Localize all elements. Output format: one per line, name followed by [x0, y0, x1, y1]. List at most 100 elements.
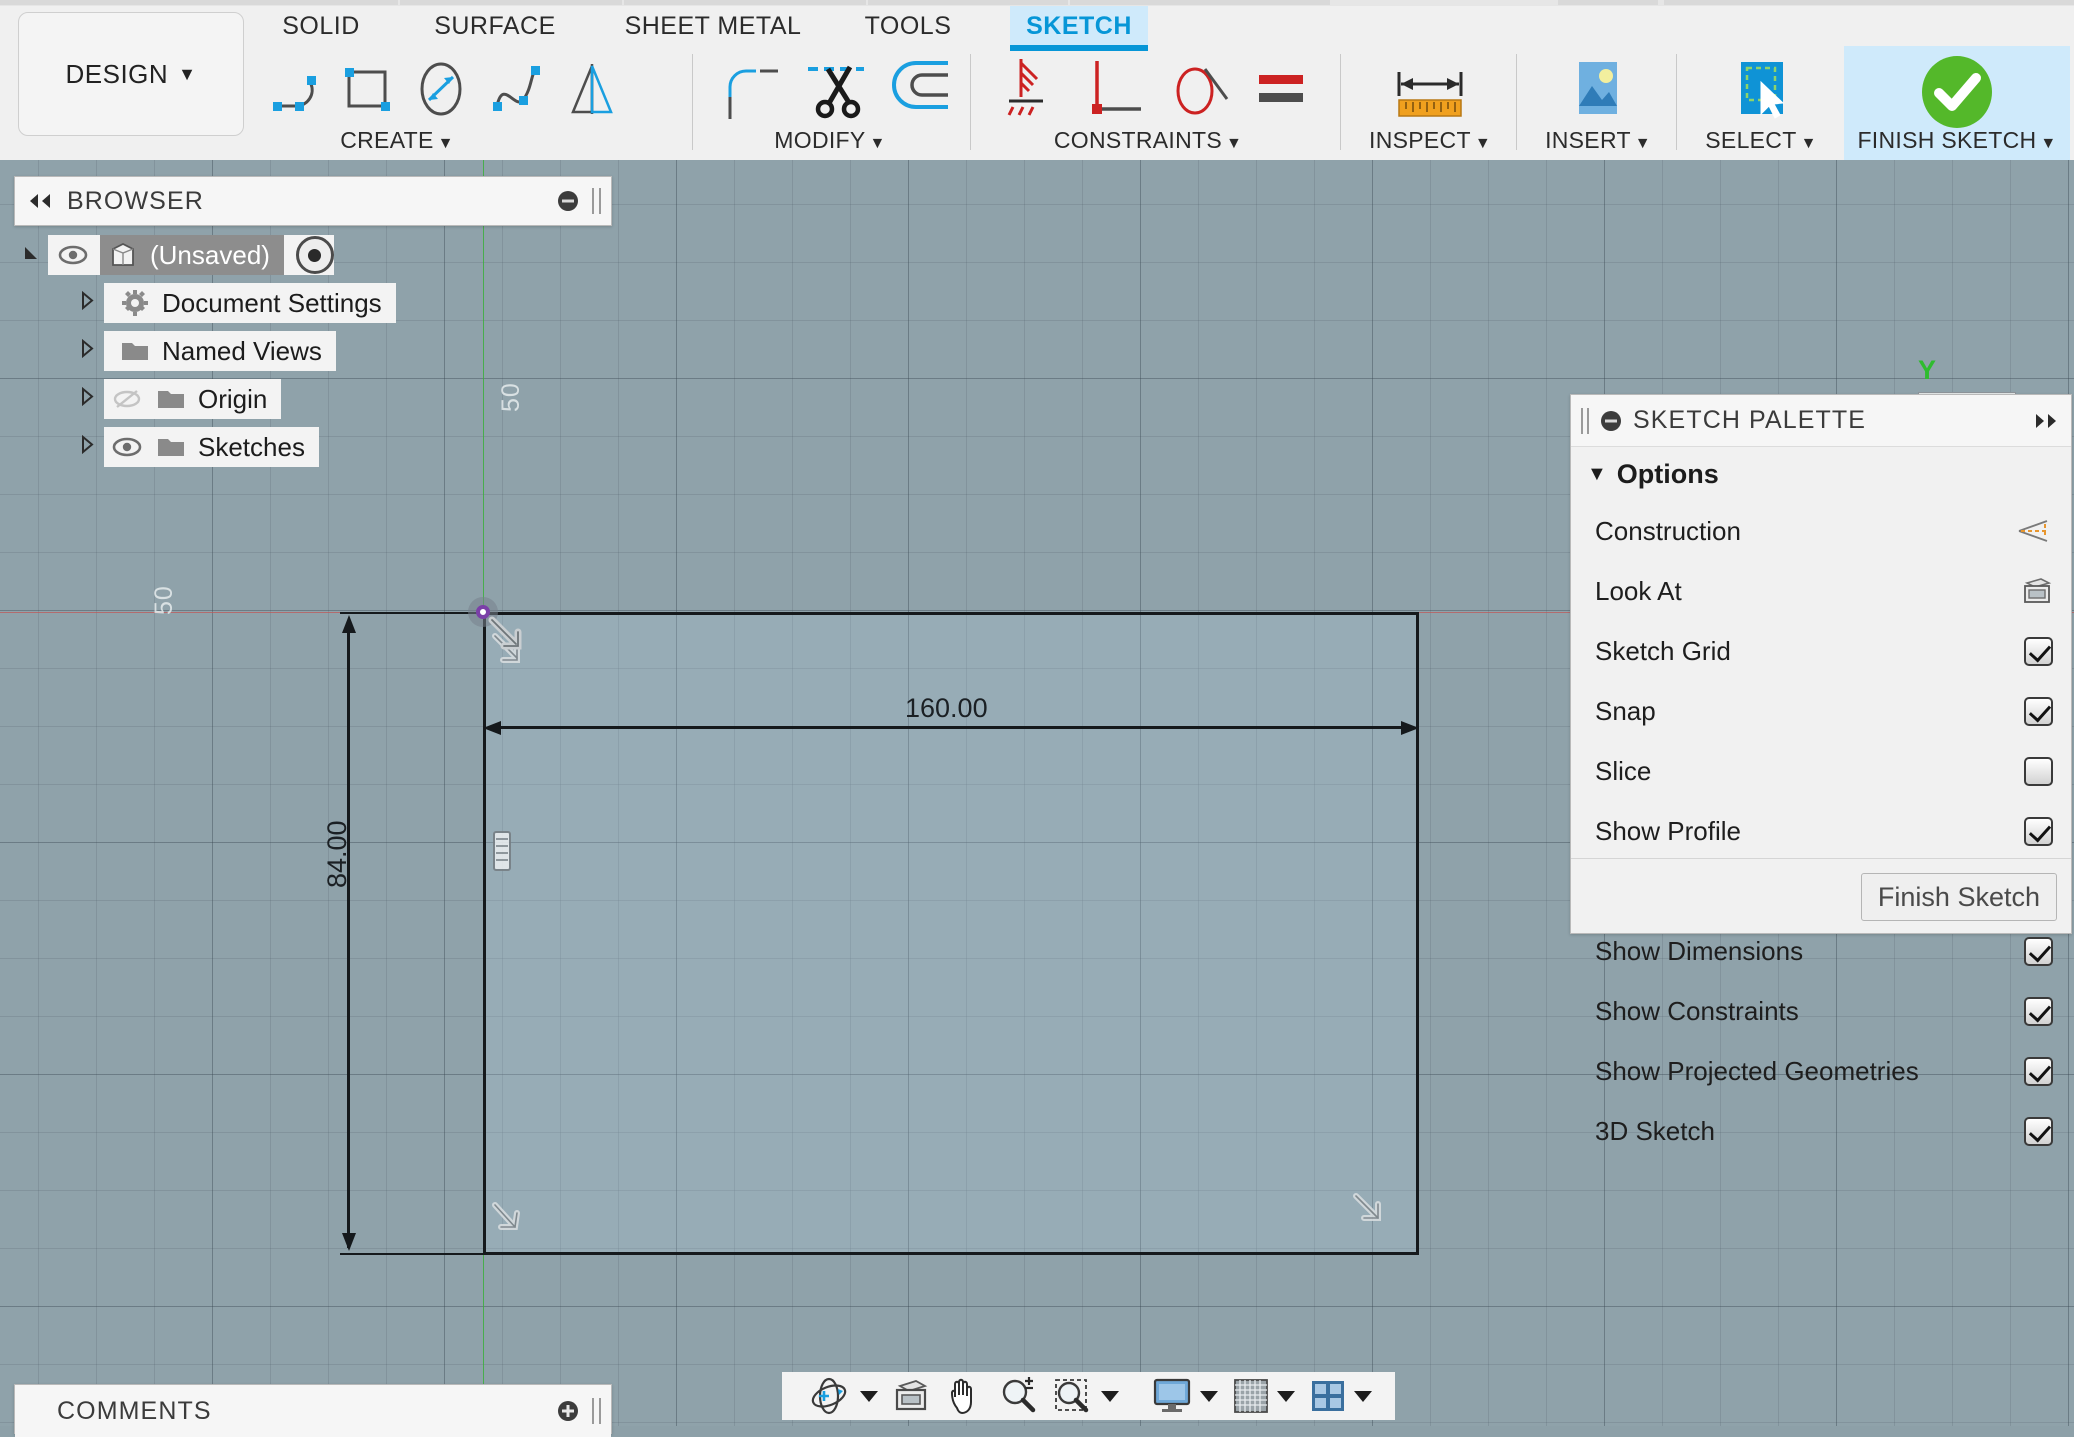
panel-modify-label[interactable]: MODIFY▼: [700, 127, 960, 154]
zoom-button[interactable]: [991, 1372, 1045, 1420]
tree-label-sketches[interactable]: Sketches: [104, 427, 319, 467]
fillet-tool-button[interactable]: [710, 50, 794, 128]
width-dimension-value[interactable]: 160.00: [905, 693, 988, 724]
tree-row-document-settings[interactable]: Document Settings: [14, 280, 614, 326]
spline-tool-button[interactable]: [480, 50, 554, 128]
insert-image-button[interactable]: [1556, 52, 1640, 130]
tree-label-document-settings[interactable]: Document Settings: [104, 283, 396, 323]
option-sketch-grid[interactable]: Sketch Grid: [1571, 621, 2071, 681]
panel-inspect-label[interactable]: INSPECT▼: [1348, 127, 1512, 154]
option-3d-sketch[interactable]: 3D Sketch: [1571, 1101, 2071, 1161]
tab-surface[interactable]: SURFACE: [420, 6, 570, 46]
panel-select-label[interactable]: SELECT▼: [1684, 127, 1838, 154]
width-dimension-line[interactable]: [492, 726, 1410, 729]
chevron-down-icon[interactable]: [1200, 1391, 1218, 1402]
option-construction[interactable]: Construction: [1571, 501, 2071, 561]
construction-line-icon[interactable]: [2017, 516, 2053, 546]
trim-tool-button[interactable]: [794, 50, 880, 128]
tree-label-named-views[interactable]: Named Views: [104, 331, 336, 371]
offset-tool-button[interactable]: [880, 50, 966, 128]
look-at-icon: [892, 1378, 930, 1414]
option-show-projected-geometries[interactable]: Show Projected Geometries: [1571, 1041, 2071, 1101]
eye-visible-icon[interactable]: [56, 240, 90, 270]
chevron-down-icon[interactable]: [1101, 1391, 1119, 1402]
minimize-icon[interactable]: [556, 189, 580, 213]
height-dimension-line[interactable]: [347, 620, 350, 1248]
ellipse-tool-button[interactable]: [402, 50, 480, 128]
tree-row-named-views[interactable]: Named Views: [14, 328, 614, 374]
workspace-selector-button[interactable]: DESIGN ▼: [18, 12, 244, 136]
expand-caret-icon[interactable]: [70, 435, 104, 459]
viewports-button[interactable]: [1302, 1372, 1379, 1420]
show-profile-checkbox[interactable]: [2024, 817, 2053, 846]
sketch-grid-checkbox[interactable]: [2024, 637, 2053, 666]
zoom-window-button[interactable]: [1045, 1372, 1126, 1420]
display-settings-button[interactable]: [1144, 1372, 1225, 1420]
orbit-button[interactable]: [798, 1372, 885, 1420]
eye-visible-icon[interactable]: [110, 432, 144, 462]
tangent-constraint-button[interactable]: [1158, 50, 1242, 128]
tab-tools[interactable]: TOOLS: [848, 6, 968, 46]
eye-hidden-icon[interactable]: [110, 384, 144, 414]
perpendicular-bottom-left-icon[interactable]: [487, 1197, 527, 1237]
tab-sheet-metal[interactable]: SHEET METAL: [608, 6, 818, 46]
chevron-down-icon[interactable]: [1277, 1391, 1295, 1402]
panel-insert-label[interactable]: INSERT▼: [1524, 127, 1672, 154]
tree-label-root[interactable]: (Unsaved): [100, 235, 284, 275]
show-dimensions-checkbox[interactable]: [2024, 937, 2053, 966]
browser-resize-handle[interactable]: [592, 188, 601, 214]
mirror-tool-button[interactable]: [554, 50, 630, 128]
pan-button[interactable]: [937, 1372, 991, 1420]
double-left-chevron-icon[interactable]: [25, 191, 55, 211]
option-slice[interactable]: Slice: [1571, 741, 2071, 801]
show-projected-geometries-checkbox[interactable]: [2024, 1057, 2053, 1086]
options-section-header[interactable]: ▼ Options: [1571, 447, 2071, 501]
panel-create-label[interactable]: CREATE▼: [258, 127, 536, 154]
expand-caret-icon[interactable]: [70, 339, 104, 363]
option-show-profile[interactable]: Show Profile: [1571, 801, 2071, 861]
finish-sketch-button[interactable]: FINISH SKETCH▼: [1844, 46, 2070, 160]
expand-caret-icon[interactable]: [70, 291, 104, 315]
component-activate-radio[interactable]: [296, 236, 334, 274]
line-tool-button[interactable]: [262, 50, 332, 128]
show-constraints-checkbox[interactable]: [2024, 997, 2053, 1026]
minimize-icon[interactable]: [1599, 409, 1623, 433]
snap-checkbox[interactable]: [2024, 697, 2053, 726]
option-look-at[interactable]: Look At: [1571, 561, 2071, 621]
coincident-marker-icon[interactable]: [489, 828, 515, 874]
equal-constraint-button[interactable]: [1242, 50, 1322, 128]
expand-caret-icon[interactable]: [70, 387, 104, 411]
panel-inspect: INSPECT▼: [1348, 46, 1512, 160]
height-dimension-value[interactable]: 84.00: [322, 820, 353, 888]
fix-constraint-button[interactable]: [990, 50, 1074, 128]
perpendicular-bottom-right-icon[interactable]: [1348, 1188, 1388, 1228]
chevron-down-icon[interactable]: [860, 1391, 878, 1402]
tree-label-origin[interactable]: Origin: [104, 379, 281, 419]
3d-sketch-checkbox[interactable]: [2024, 1117, 2053, 1146]
tree-row-root[interactable]: (Unsaved): [14, 232, 614, 278]
tree-row-sketches[interactable]: Sketches: [14, 424, 614, 470]
option-show-constraints[interactable]: Show Constraints: [1571, 981, 2071, 1041]
tab-solid[interactable]: SOLID: [266, 6, 376, 46]
add-comment-icon[interactable]: [556, 1399, 580, 1423]
double-right-chevron-icon[interactable]: [2031, 411, 2061, 431]
measure-tool-button[interactable]: [1378, 54, 1482, 132]
slice-checkbox[interactable]: [2024, 757, 2053, 786]
expand-caret-icon[interactable]: [14, 244, 48, 267]
look-at-button[interactable]: [885, 1372, 937, 1420]
chevron-down-icon[interactable]: [1354, 1391, 1372, 1402]
perpendicular-constraint-button[interactable]: [1074, 50, 1158, 128]
select-tool-button[interactable]: [1720, 52, 1804, 130]
tab-sketch[interactable]: SKETCH: [1010, 6, 1148, 46]
option-show-projected-geometries-label: Show Projected Geometries: [1595, 1056, 2024, 1087]
comments-resize-handle[interactable]: [592, 1398, 601, 1424]
palette-finish-sketch-button[interactable]: Finish Sketch: [1861, 873, 2057, 921]
tree-row-origin[interactable]: Origin: [14, 376, 614, 422]
grid-snaps-button[interactable]: [1225, 1372, 1302, 1420]
rectangle-tool-button[interactable]: [332, 50, 402, 128]
look-at-camera-icon[interactable]: [2021, 576, 2053, 606]
panel-constraints-label[interactable]: CONSTRAINTS▼: [978, 127, 1318, 154]
palette-drag-handle[interactable]: [1581, 408, 1589, 434]
option-snap[interactable]: Snap: [1571, 681, 2071, 741]
panel-select: SELECT▼: [1684, 46, 1838, 160]
